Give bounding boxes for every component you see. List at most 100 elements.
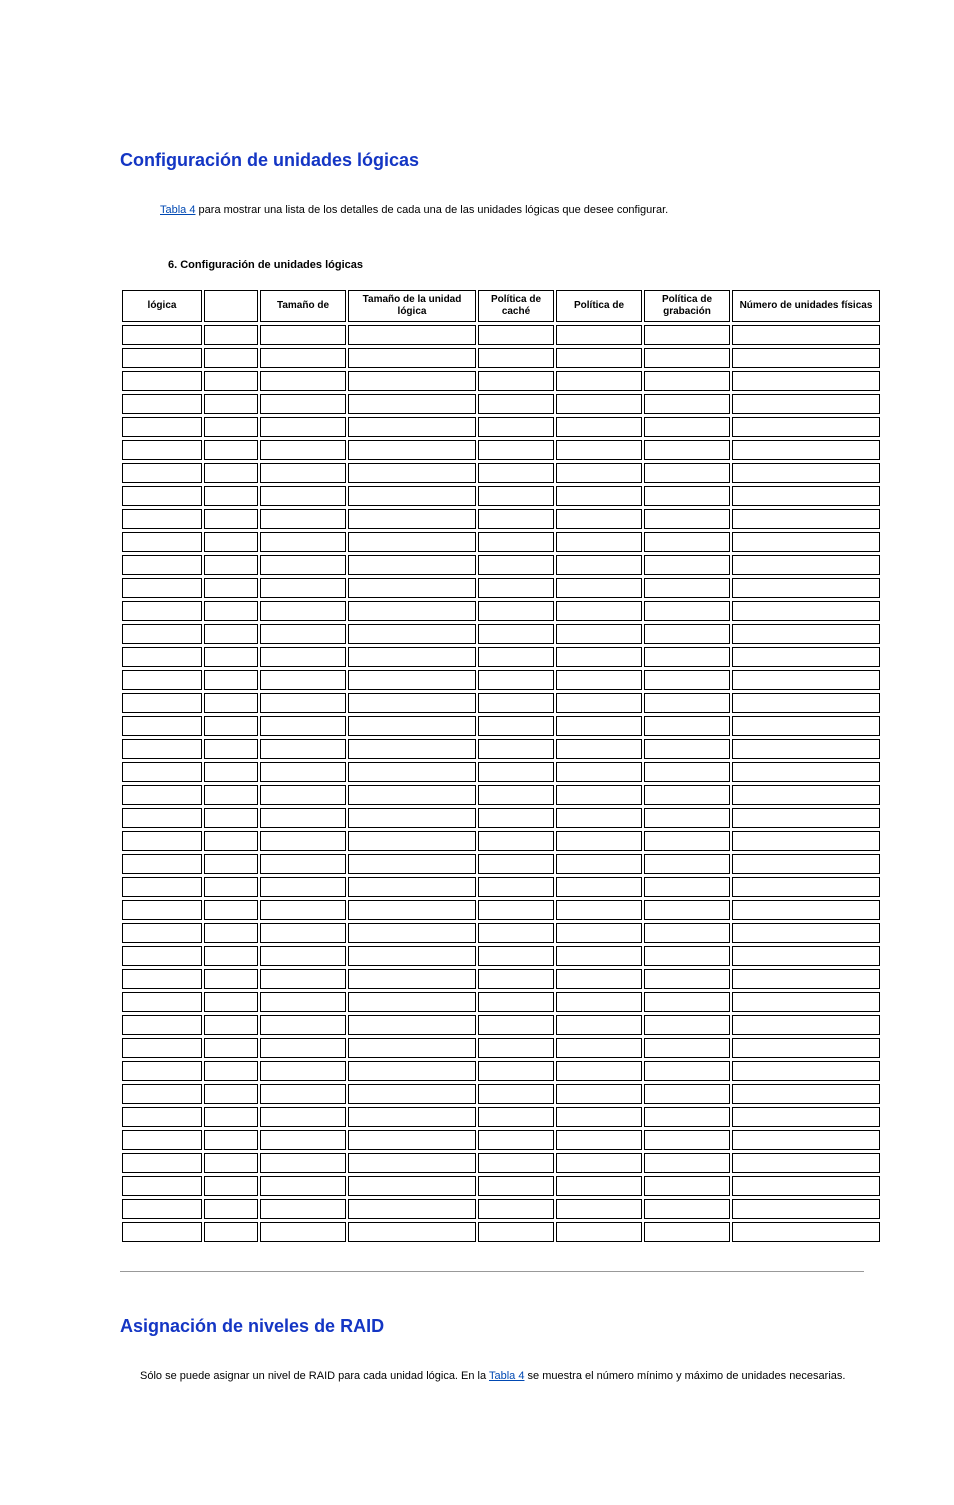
table-cell xyxy=(644,325,730,345)
table-cell xyxy=(478,1130,554,1150)
table-cell xyxy=(556,946,642,966)
table-row xyxy=(122,923,880,943)
table-cell xyxy=(122,1176,202,1196)
table-cell xyxy=(204,1015,258,1035)
table-cell xyxy=(260,1015,346,1035)
table-cell xyxy=(732,1038,880,1058)
table-cell xyxy=(478,578,554,598)
table-cell xyxy=(478,1015,554,1035)
config-table: lógica Tamaño de Tamaño de la unidad lóg… xyxy=(120,287,882,1245)
table-cell xyxy=(122,624,202,644)
table-cell xyxy=(732,1176,880,1196)
table-cell xyxy=(348,509,476,529)
table-cell xyxy=(122,440,202,460)
table-cell xyxy=(122,1153,202,1173)
table-cell xyxy=(478,509,554,529)
table-cell xyxy=(556,463,642,483)
table-cell xyxy=(260,1176,346,1196)
table-row xyxy=(122,578,880,598)
table-cell xyxy=(732,877,880,897)
table-cell xyxy=(122,1130,202,1150)
table-cell xyxy=(732,1199,880,1219)
table-cell xyxy=(732,325,880,345)
raid-para-after: se muestra el número mínimo y máximo de … xyxy=(524,1370,845,1382)
table-cell xyxy=(348,440,476,460)
table-cell xyxy=(478,808,554,828)
table-row xyxy=(122,946,880,966)
table-cell xyxy=(732,578,880,598)
table-cell xyxy=(204,739,258,759)
table-cell xyxy=(732,1153,880,1173)
th-logica: lógica xyxy=(122,290,202,322)
table-cell xyxy=(204,670,258,690)
link-tabla4-a[interactable]: Tabla 4 xyxy=(160,204,195,216)
table-cell xyxy=(732,693,880,713)
table-cell xyxy=(478,1222,554,1242)
table-cell xyxy=(644,578,730,598)
table-cell xyxy=(644,670,730,690)
table-cell xyxy=(644,1130,730,1150)
table-cell xyxy=(556,877,642,897)
table-cell xyxy=(204,854,258,874)
table-row xyxy=(122,785,880,805)
table-cell xyxy=(122,348,202,368)
table-cell xyxy=(644,854,730,874)
link-tabla4-b[interactable]: Tabla 4 xyxy=(489,1370,524,1382)
table-cell xyxy=(348,532,476,552)
table-cell xyxy=(122,808,202,828)
table-cell xyxy=(260,693,346,713)
table-cell xyxy=(644,1084,730,1104)
table-cell xyxy=(556,555,642,575)
table-cell xyxy=(204,1176,258,1196)
table-cell xyxy=(260,877,346,897)
table-cell xyxy=(732,509,880,529)
table-cell xyxy=(732,647,880,667)
table-cell xyxy=(732,831,880,851)
table-cell xyxy=(260,325,346,345)
table-row xyxy=(122,325,880,345)
table-cell xyxy=(260,601,346,621)
table-cell xyxy=(644,486,730,506)
table-cell xyxy=(478,716,554,736)
table-cell xyxy=(732,969,880,989)
table-cell xyxy=(122,578,202,598)
table-cell xyxy=(478,486,554,506)
table-cell xyxy=(348,785,476,805)
table-cell xyxy=(478,1061,554,1081)
table-cell xyxy=(732,486,880,506)
table-cell xyxy=(260,785,346,805)
table-cell xyxy=(644,1107,730,1127)
th-blank xyxy=(204,290,258,322)
table-cell xyxy=(122,601,202,621)
table-cell xyxy=(204,325,258,345)
table-cell xyxy=(478,739,554,759)
table-cell xyxy=(260,1084,346,1104)
table-cell xyxy=(644,394,730,414)
table-cell xyxy=(644,739,730,759)
table-cell xyxy=(732,440,880,460)
th-pol-cache: Política de caché xyxy=(478,290,554,322)
table-cell xyxy=(122,532,202,552)
table-cell xyxy=(204,417,258,437)
table-cell xyxy=(204,509,258,529)
table-cell xyxy=(478,992,554,1012)
table-cell xyxy=(556,348,642,368)
table-cell xyxy=(348,486,476,506)
table-row xyxy=(122,1153,880,1173)
table-cell xyxy=(644,877,730,897)
table-row xyxy=(122,1130,880,1150)
table-row xyxy=(122,900,880,920)
table-cell xyxy=(644,532,730,552)
table-cell xyxy=(732,463,880,483)
table-cell xyxy=(644,992,730,1012)
table-cell xyxy=(204,1199,258,1219)
table-cell xyxy=(122,693,202,713)
table-cell xyxy=(348,877,476,897)
table-cell xyxy=(644,1153,730,1173)
table-cell xyxy=(644,647,730,667)
table-cell xyxy=(478,325,554,345)
table-cell xyxy=(556,394,642,414)
table-cell xyxy=(556,716,642,736)
table-cell xyxy=(478,624,554,644)
table-cell xyxy=(556,1061,642,1081)
